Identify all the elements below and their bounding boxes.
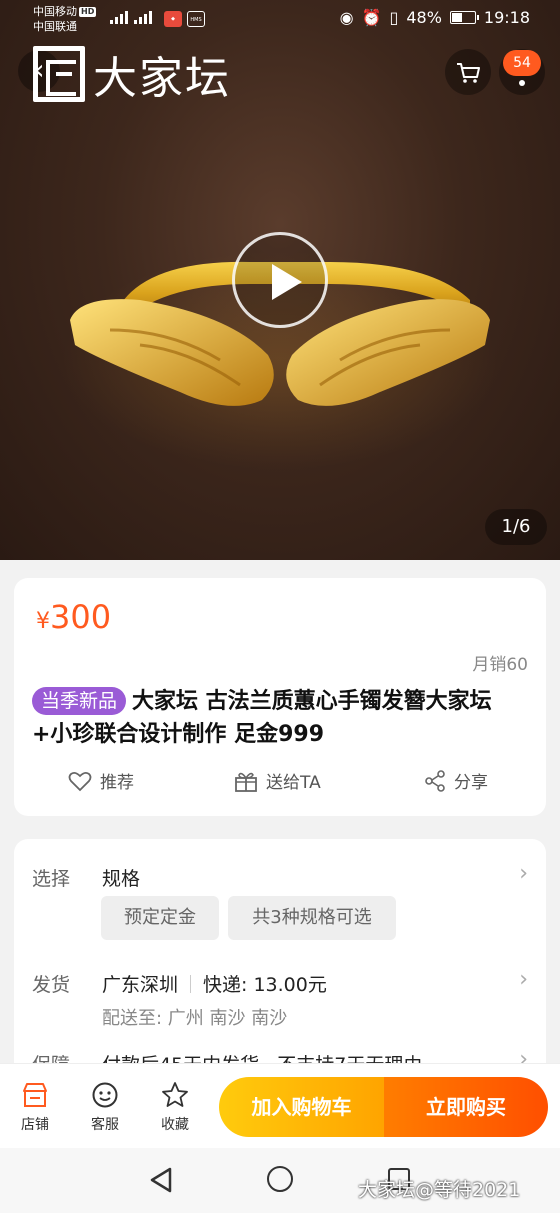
brand-name: 大家坛 xyxy=(93,53,231,104)
shipping-origin: 广东深圳 xyxy=(102,974,179,996)
store-label: 店铺 xyxy=(21,1117,49,1133)
shipping-destination: 配送至: 广州 南沙 南沙 xyxy=(102,1008,288,1029)
brand-mark-icon xyxy=(33,46,85,102)
select-value: 规格 xyxy=(102,868,141,890)
bottom-action-bar: 店铺 客服 收藏 加入购物车 立即购买 xyxy=(0,1063,560,1148)
divider xyxy=(190,975,192,993)
favorite-button[interactable]: 收藏 xyxy=(150,1080,200,1134)
new-season-tag: 当季新品 xyxy=(32,687,127,715)
nav-back-icon[interactable] xyxy=(148,1166,174,1194)
carrier-1: 中国移动 xyxy=(33,5,77,18)
shipping-fee: 快递: 13.00元 xyxy=(203,974,327,996)
chevron-right-icon: › xyxy=(519,861,528,886)
vibrate-icon: ▯ xyxy=(389,8,399,27)
battery-icon xyxy=(449,11,479,24)
price-value: 300 xyxy=(50,598,112,636)
shipping-label: 发货 xyxy=(32,974,71,996)
recommend-button[interactable]: 推荐 xyxy=(68,768,134,793)
watermark: 大家坛@等待2021 xyxy=(358,1179,521,1201)
more-dot-icon xyxy=(519,80,525,86)
select-label: 选择 xyxy=(32,868,71,890)
spec-card: 选择 规格 › 预定定金 共3种规格可选 发货 广东深圳 快递: 13.00元 ›… xyxy=(14,839,546,1079)
price: ¥300 xyxy=(36,598,111,636)
clock: 19:18 xyxy=(483,8,530,27)
service-label: 客服 xyxy=(91,1117,119,1133)
alarm-icon: ⏰ xyxy=(361,8,382,27)
cart-icon xyxy=(457,63,480,83)
image-counter: 1/6 xyxy=(485,509,547,545)
gift-button[interactable]: 送给TA xyxy=(234,768,321,793)
carrier-info: 中国移动 HD 中国联通 xyxy=(33,4,97,34)
brand-logo: 大家坛 xyxy=(33,42,231,106)
shipping-info: 广东深圳 快递: 13.00元 xyxy=(102,970,327,997)
signal-icon-2 xyxy=(134,11,152,24)
battery-percent: 48% xyxy=(406,8,442,27)
play-video-button[interactable] xyxy=(232,232,328,328)
cart-button[interactable] xyxy=(445,49,491,95)
recommend-label: 推荐 xyxy=(100,773,134,793)
carrier-2: 中国联通 xyxy=(33,20,77,33)
spec-chip-deposit[interactable]: 预定定金 xyxy=(101,896,219,940)
gift-label: 送给TA xyxy=(266,773,321,793)
chat-smile-icon xyxy=(92,1082,118,1108)
message-count-badge: 54 xyxy=(503,50,541,76)
share-icon xyxy=(425,769,445,792)
status-right: ◉ ⏰ ▯ 48% 19:18 xyxy=(340,8,530,27)
hd-badge: HD xyxy=(79,7,97,17)
buy-now-button[interactable]: 立即购买 xyxy=(384,1077,548,1137)
store-button[interactable]: 店铺 xyxy=(10,1080,60,1134)
chevron-right-icon: › xyxy=(519,967,528,992)
nav-home-icon[interactable] xyxy=(267,1166,293,1192)
eye-icon: ◉ xyxy=(339,8,354,27)
spec-chip-options[interactable]: 共3种规格可选 xyxy=(228,896,396,940)
signal-icon xyxy=(110,11,128,24)
product-title-block: 当季新品 大家坛 古法兰质蕙心手镯发簪大家坛+小珍联合设计制作 足金999 xyxy=(32,685,532,751)
action-row: 推荐 送给TA 分享 xyxy=(14,768,546,802)
gift-icon xyxy=(235,772,257,792)
hms-icon: HMS xyxy=(187,11,205,27)
share-button[interactable]: 分享 xyxy=(424,768,488,793)
star-icon xyxy=(162,1082,188,1107)
status-bar: 中国移动 HD 中国联通 ◆ HMS ◉ ⏰ ▯ 48% 19:18 xyxy=(0,0,560,38)
favorite-label: 收藏 xyxy=(161,1117,189,1133)
add-to-cart-button[interactable]: 加入购物车 xyxy=(219,1077,384,1137)
store-icon xyxy=(23,1083,47,1107)
monthly-sales: 月销60 xyxy=(472,655,528,675)
customer-service-button[interactable]: 客服 xyxy=(80,1080,130,1134)
currency-symbol: ¥ xyxy=(36,609,50,634)
heart-icon xyxy=(68,771,92,791)
share-label: 分享 xyxy=(454,773,488,793)
app-notification-icon: ◆ xyxy=(164,11,182,27)
price-card: ¥300 月销60 当季新品 大家坛 古法兰质蕙心手镯发簪大家坛+小珍联合设计制作… xyxy=(14,578,546,816)
